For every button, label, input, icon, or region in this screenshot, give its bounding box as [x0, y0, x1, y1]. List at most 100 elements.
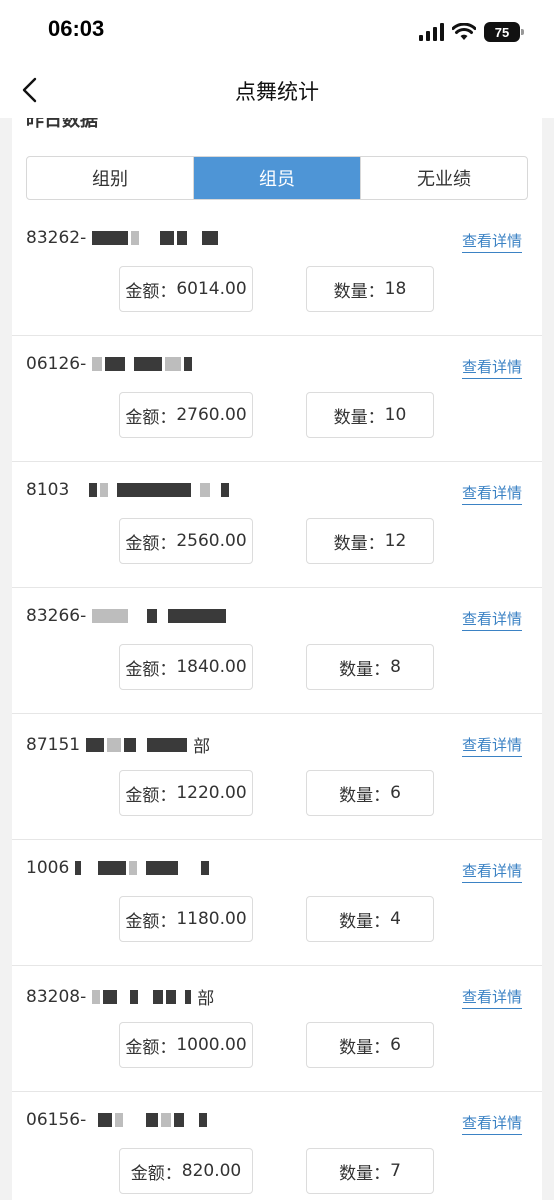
count-value: 4	[390, 909, 401, 929]
redacted-block	[92, 357, 193, 371]
count-label: 数量：	[339, 911, 391, 932]
count-box: 数量： 10	[306, 392, 434, 438]
member-suffix: 部	[193, 737, 211, 757]
member-name: 83262-	[26, 228, 224, 248]
amount-label: 金额：	[125, 911, 177, 932]
count-label: 数量：	[339, 1163, 391, 1184]
member-name: 83208- 部	[26, 984, 215, 1010]
view-detail-link[interactable]: 查看详情	[461, 1112, 522, 1135]
view-detail-link[interactable]: 查看详情	[461, 230, 522, 253]
amount-value: 1000.00	[176, 1035, 247, 1055]
amount-value: 2760.00	[176, 405, 247, 425]
view-detail-link[interactable]: 查看详情	[461, 608, 522, 631]
redacted-block	[92, 609, 227, 623]
member-list: 83262- 查看详情 金额： 6014.00 数量： 18 06126- 查看详情…	[12, 210, 542, 1200]
tab-member[interactable]: 组员	[194, 157, 361, 199]
status-bar: 06:03 75	[0, 0, 554, 62]
redacted-block	[92, 231, 219, 245]
redacted-block	[92, 1113, 208, 1127]
count-box: 数量： 6	[306, 1022, 434, 1068]
amount-label: 金额：	[125, 659, 177, 680]
count-box: 数量： 6	[306, 770, 434, 816]
amount-label: 金额：	[125, 407, 177, 428]
page-title: 点舞统计	[235, 80, 319, 104]
tab-no-performance[interactable]: 无业绩	[361, 157, 527, 199]
view-detail-link[interactable]: 查看详情	[461, 482, 522, 505]
count-box: 数量： 7	[306, 1148, 434, 1194]
signal-icon	[419, 23, 444, 41]
amount-box: 金额： 1840.00	[119, 644, 253, 690]
tab-bar: 组别 组员 无业绩	[26, 156, 528, 200]
member-id: 1006	[26, 858, 70, 878]
battery-icon: 75	[484, 22, 524, 42]
member-name: 06156-	[26, 1110, 213, 1130]
count-label: 数量：	[333, 281, 385, 302]
amount-label: 金额：	[125, 1037, 177, 1058]
wifi-icon	[452, 23, 476, 40]
view-detail-link[interactable]: 查看详情	[461, 986, 522, 1009]
redacted-block	[75, 861, 210, 875]
member-id: 83266-	[26, 606, 87, 626]
member-id: 06156-	[26, 1110, 87, 1130]
count-value: 12	[384, 531, 407, 551]
count-box: 数量： 4	[306, 896, 434, 942]
member-id: 06126-	[26, 354, 87, 374]
list-item: 06126- 查看详情 金额： 2760.00 数量： 10	[12, 336, 542, 462]
battery-level: 75	[494, 24, 510, 40]
list-item: 87151 部 查看详情 金额： 1220.00 数量： 6	[12, 714, 542, 840]
amount-box: 金额： 1220.00	[119, 770, 253, 816]
member-name: 8103	[26, 480, 235, 500]
count-label: 数量：	[339, 785, 391, 806]
list-item: 83262- 查看详情 金额： 6014.00 数量： 18	[12, 210, 542, 336]
status-time: 06:03	[48, 16, 105, 41]
amount-box: 金额： 820.00	[119, 1148, 253, 1194]
count-label: 数量：	[333, 407, 385, 428]
member-name: 87151 部	[26, 732, 211, 758]
count-value: 8	[390, 657, 401, 677]
count-box: 数量： 12	[306, 518, 434, 564]
redacted-block	[86, 737, 188, 752]
view-detail-link[interactable]: 查看详情	[461, 356, 522, 379]
amount-value: 1840.00	[176, 657, 247, 677]
amount-label: 金额：	[125, 533, 177, 554]
member-id: 83262-	[26, 228, 87, 248]
list-item: 1006 查看详情 金额： 1180.00 数量： 4	[12, 840, 542, 966]
count-label: 数量：	[333, 533, 385, 554]
content-panel: 昨日数据 组别 组员 无业绩 83262- 查看详情 金额： 6014.00 数量…	[12, 118, 542, 1200]
count-value: 10	[384, 405, 407, 425]
list-item: 06156- 查看详情 金额： 820.00 数量： 7	[12, 1092, 542, 1200]
section-title: 昨日数据	[26, 118, 98, 131]
redacted-block	[75, 483, 230, 497]
amount-label: 金额：	[125, 281, 177, 302]
count-label: 数量：	[339, 1037, 391, 1058]
count-value: 18	[384, 279, 407, 299]
amount-box: 金额： 6014.00	[119, 266, 253, 312]
list-item: 83266- 查看详情 金额： 1840.00 数量： 8	[12, 588, 542, 714]
amount-box: 金额： 1000.00	[119, 1022, 253, 1068]
member-name: 83266-	[26, 606, 232, 626]
amount-value: 6014.00	[176, 279, 247, 299]
count-value: 6	[390, 1035, 401, 1055]
amount-label: 金额：	[130, 1163, 182, 1184]
amount-label: 金额：	[125, 785, 177, 806]
member-id: 8103	[26, 480, 70, 500]
view-detail-link[interactable]: 查看详情	[461, 860, 522, 883]
amount-value: 1180.00	[176, 909, 247, 929]
status-icons: 75	[418, 20, 524, 44]
amount-box: 金额： 2560.00	[119, 518, 253, 564]
list-item: 83208- 部 查看详情 金额： 1000.00 数量： 6	[12, 966, 542, 1092]
view-detail-link[interactable]: 查看详情	[461, 734, 522, 757]
count-label: 数量：	[339, 659, 391, 680]
tab-group[interactable]: 组别	[27, 157, 194, 199]
amount-box: 金额： 1180.00	[119, 896, 253, 942]
nav-bar: 点舞统计	[0, 62, 554, 118]
count-box: 数量： 8	[306, 644, 434, 690]
member-id: 87151	[26, 734, 81, 755]
count-box: 数量： 18	[306, 266, 434, 312]
member-suffix: 部	[197, 989, 215, 1009]
amount-value: 1220.00	[176, 783, 247, 803]
amount-box: 金额： 2760.00	[119, 392, 253, 438]
member-name: 06126-	[26, 354, 198, 374]
count-value: 7	[390, 1161, 401, 1181]
list-item: 8103 查看详情 金额： 2560.00 数量： 12	[12, 462, 542, 588]
